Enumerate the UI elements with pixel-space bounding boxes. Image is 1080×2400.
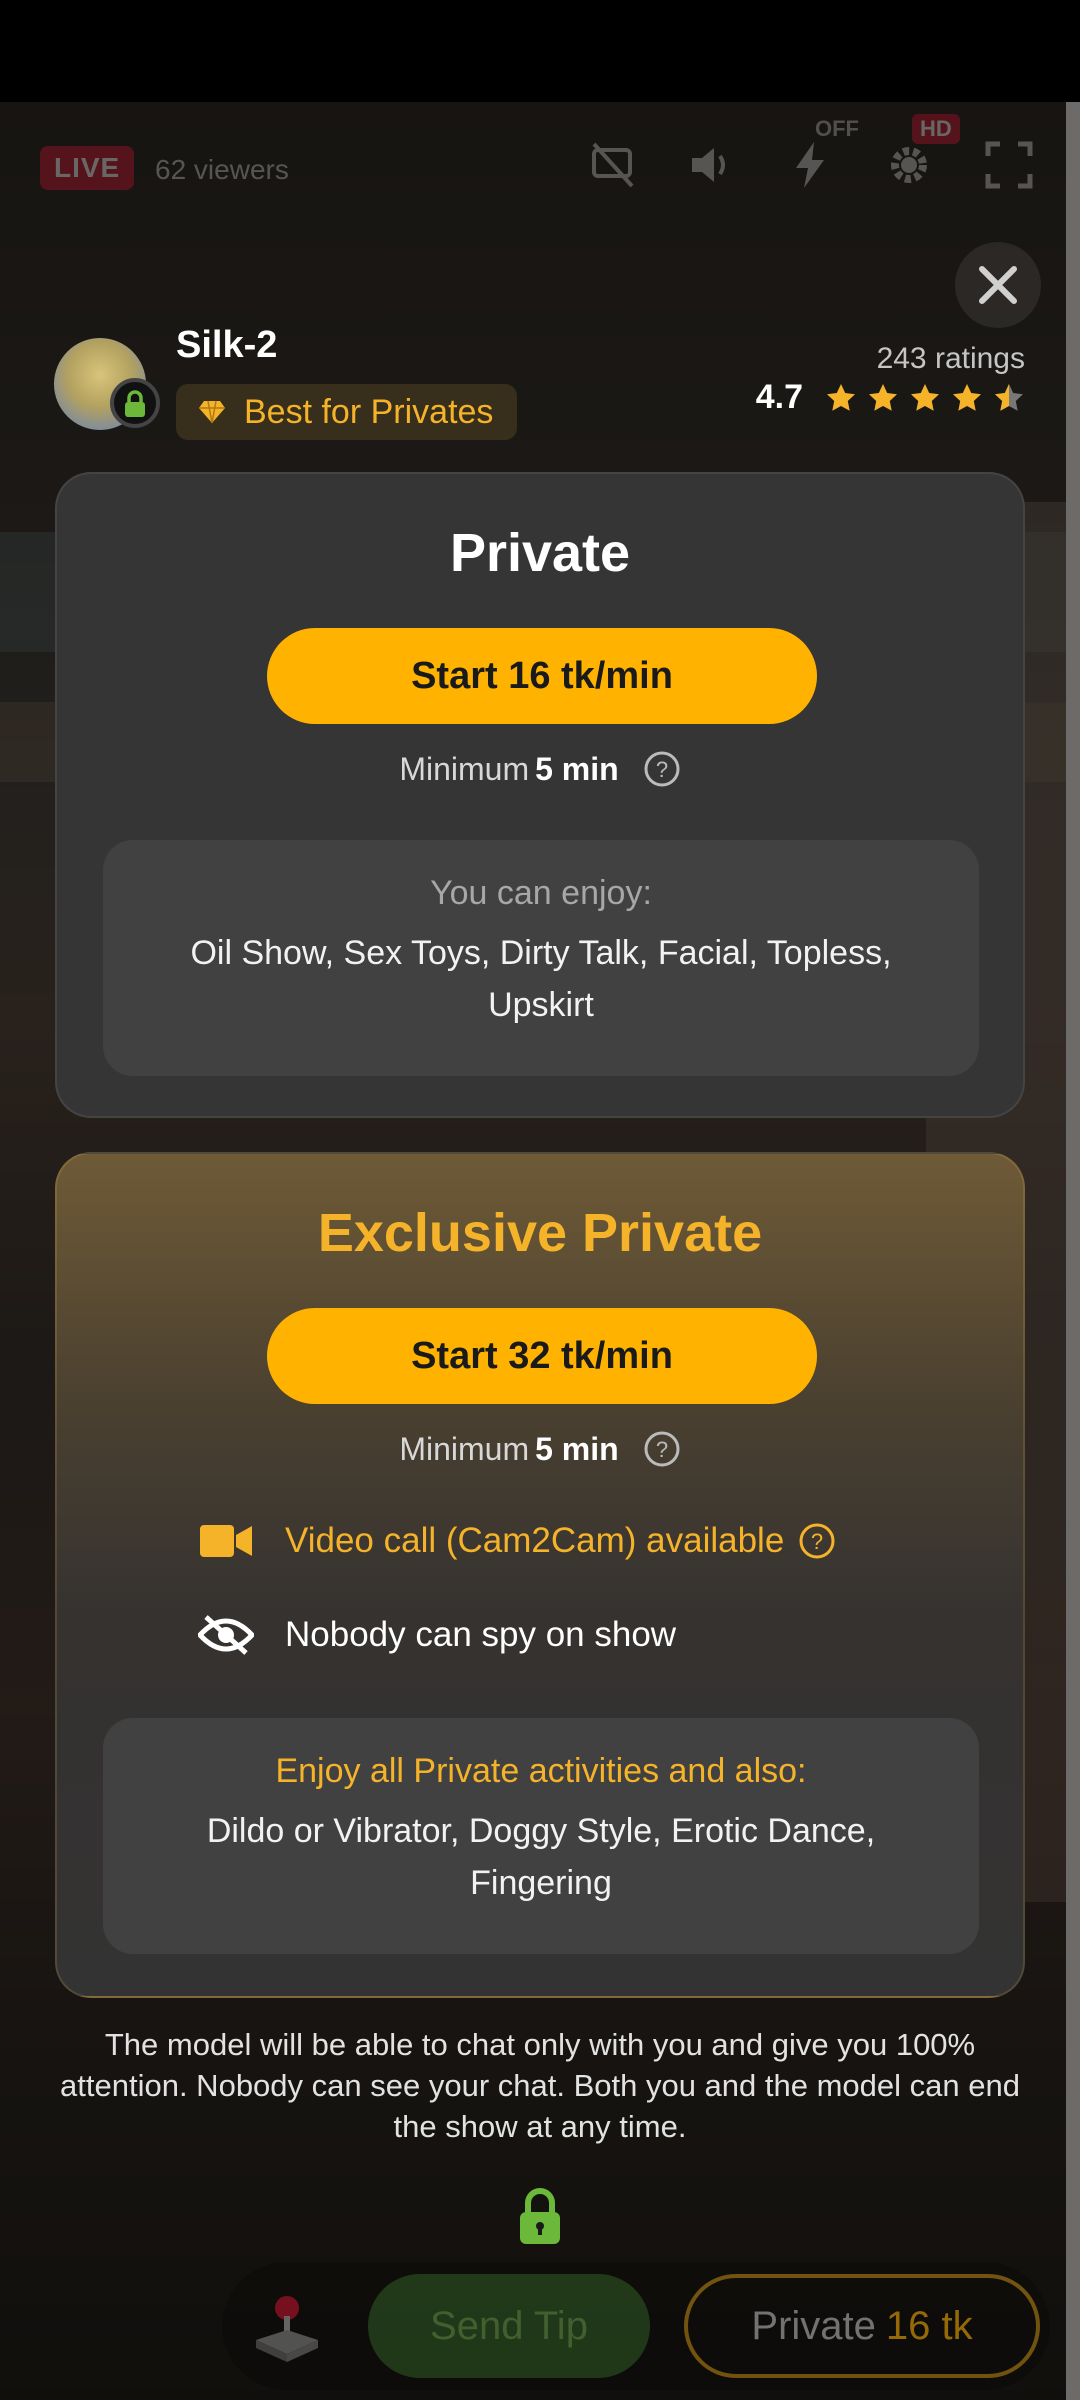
help-icon[interactable]: ? <box>643 750 681 788</box>
exclusive-enjoy-box: Enjoy all Private activities and also: D… <box>103 1718 979 1954</box>
exclusive-card: Exclusive Private Start 32 tk/min Minimu… <box>55 1152 1025 1998</box>
start-exclusive-button[interactable]: Start 32 tk/min <box>267 1308 817 1404</box>
minimum-label: Minimum <box>399 1430 530 1467</box>
fullscreen-icon[interactable] <box>984 140 1034 190</box>
star-icon <box>953 383 981 411</box>
eye-slash-icon <box>197 1606 255 1664</box>
enjoy-heading: You can enjoy: <box>430 874 652 912</box>
private-button-label: Private <box>751 2303 876 2348</box>
viewer-count: 62 viewers <box>155 154 289 185</box>
private-card: Private Start 16 tk/min Minimum 5 min ? … <box>55 472 1025 1118</box>
rating-row: 4.7 <box>756 378 1025 417</box>
help-icon[interactable]: ? <box>643 1430 681 1468</box>
private-button[interactable]: Private 16 tk <box>684 2274 1040 2378</box>
enjoy-heading: Enjoy all Private activities and also: <box>275 1752 807 1790</box>
private-button-price: 16 tk <box>885 2303 973 2348</box>
enjoy-list: Dildo or Vibrator, Doggy Style, Erotic D… <box>206 1812 876 1902</box>
close-button[interactable] <box>955 242 1041 328</box>
joystick-icon[interactable] <box>250 2290 324 2364</box>
bottom-action-bar: Send Tip Private 16 tk <box>222 2262 1050 2390</box>
help-icon[interactable]: ? <box>798 1522 836 1560</box>
minimum-value: 5 min <box>535 750 619 787</box>
no-spy-label: Nobody can spy on show <box>285 1615 677 1654</box>
lightning-icon[interactable] <box>786 140 836 190</box>
model-name[interactable]: Silk-2 <box>176 324 277 367</box>
player-controls: LIVE 62 viewers OFF HD <box>0 114 1066 200</box>
private-minimum: Minimum 5 min ? <box>57 750 1023 788</box>
diamond-icon <box>199 400 225 424</box>
scrollbar[interactable] <box>1066 102 1080 2400</box>
status-bar <box>0 0 1080 102</box>
no-spy-feature: Nobody can spy on show <box>197 1606 676 1664</box>
private-enjoy-box: You can enjoy: Oil Show, Sex Toys, Dirty… <box>103 840 979 1076</box>
half-star-icon <box>995 383 1023 411</box>
rating-value: 4.7 <box>755 378 803 416</box>
gear-icon[interactable] <box>884 140 934 190</box>
best-for-privates-badge: Best for Privates <box>176 384 518 440</box>
svg-text:?: ? <box>656 757 668 782</box>
volume-icon[interactable] <box>686 140 736 190</box>
video-call-label: Video call (Cam2Cam) available <box>285 1521 785 1560</box>
private-title: Private <box>449 523 631 583</box>
lock-icon <box>110 378 160 428</box>
off-tag: OFF <box>815 116 859 141</box>
exclusive-minimum: Minimum 5 min ? <box>57 1430 1023 1468</box>
star-icon <box>869 383 897 411</box>
send-tip-button[interactable]: Send Tip <box>368 2274 650 2378</box>
lock-icon <box>520 2188 560 2244</box>
best-badge-label: Best for Privates <box>244 392 494 431</box>
minimum-label: Minimum <box>399 750 530 787</box>
video-call-feature: Video call (Cam2Cam) available ? <box>197 1512 836 1570</box>
svg-text:?: ? <box>811 1529 823 1554</box>
chat-off-icon[interactable] <box>588 140 638 190</box>
minimum-value: 5 min <box>535 1430 619 1467</box>
footer-description: The model will be able to chat only with… <box>60 2027 1020 2144</box>
close-icon <box>979 266 1017 304</box>
star-icon <box>911 383 939 411</box>
svg-text:?: ? <box>656 1437 668 1462</box>
star-icon <box>827 383 855 411</box>
live-badge: LIVE <box>40 146 135 190</box>
exclusive-title: Exclusive Private <box>317 1203 763 1263</box>
enjoy-list: Oil Show, Sex Toys, Dirty Talk, Facial, … <box>190 934 892 1024</box>
ratings-count: 243 ratings <box>876 342 1025 375</box>
start-private-button[interactable]: Start 16 tk/min <box>267 628 817 724</box>
video-camera-icon <box>197 1512 255 1570</box>
